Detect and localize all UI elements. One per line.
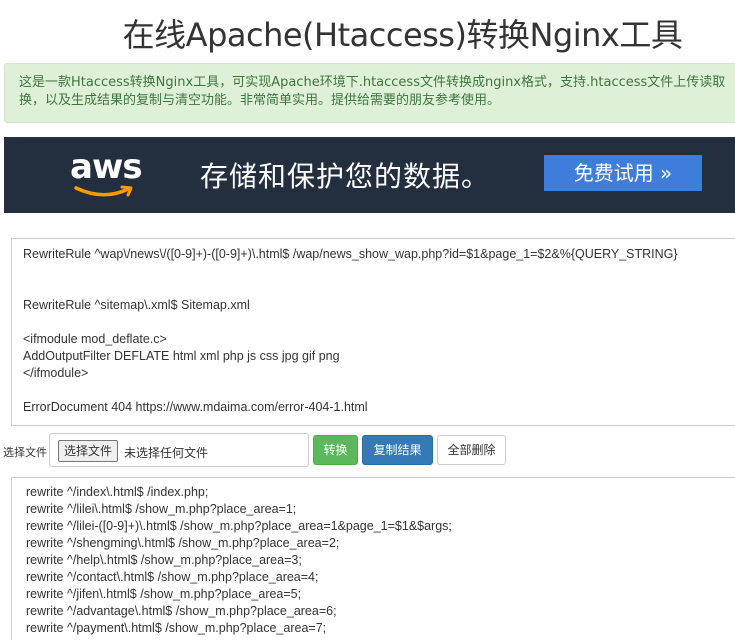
result-content: rewrite ^/index\.html$ /index.php; rewrit… bbox=[26, 484, 452, 637]
result-line: rewrite ^/payment\.html$ /show_m.php?pla… bbox=[26, 621, 327, 635]
result-line: rewrite ^/help\.html$ /show_m.php?place_… bbox=[26, 553, 302, 567]
intro-line-1: 这是一款Htaccess转换Nginx工具，可实现Apache环境下.htacc… bbox=[19, 75, 726, 90]
banner-headline: 存储和保护您的数据。 bbox=[200, 160, 491, 193]
result-line: rewrite ^/index\.html$ /index.php; bbox=[26, 485, 209, 499]
source-line: ErrorDocument 404 https://www.mdaima.com… bbox=[23, 400, 368, 414]
source-content: RewriteRule ^wap\/news\/([0-9]+)-([0-9]+… bbox=[23, 246, 735, 416]
aws-logo-text: aws bbox=[70, 147, 143, 187]
source-line: </ifmodule> bbox=[23, 366, 89, 380]
result-line: rewrite ^/jifen\.html$ /show_m.php?place… bbox=[26, 587, 302, 601]
source-line bbox=[23, 314, 735, 331]
source-line: <ifmodule mod_deflate.c> bbox=[23, 332, 167, 346]
aws-logo: aws bbox=[70, 147, 143, 203]
file-label: 选择文件 bbox=[3, 446, 47, 459]
aws-smile-icon bbox=[74, 185, 133, 197]
result-line: rewrite ^/advantage\.html$ /show_m.php?p… bbox=[26, 604, 337, 618]
file-input[interactable]: 选择文件 未选择任何文件 bbox=[49, 433, 309, 467]
page-title: 在线Apache(Htaccess)转换Nginx工具 bbox=[122, 16, 683, 54]
result-line: rewrite ^/contact\.html$ /show_m.php?pla… bbox=[26, 570, 319, 584]
clear-all-button[interactable]: 全部删除 bbox=[437, 435, 506, 465]
source-textarea[interactable]: RewriteRule ^wap\/news\/([0-9]+)-([0-9]+… bbox=[11, 238, 735, 426]
choose-file-button[interactable]: 选择文件 bbox=[58, 440, 119, 462]
result-line: rewrite ^/lilei-([0-9]+)\.html$ /show_m.… bbox=[26, 519, 452, 533]
source-line: RewriteRule ^wap\/news\/([0-9]+)-([0-9]+… bbox=[23, 247, 678, 261]
source-line bbox=[23, 263, 735, 280]
convert-button[interactable]: 转换 bbox=[313, 435, 358, 465]
copy-result-button[interactable]: 复制结果 bbox=[362, 435, 433, 465]
source-line bbox=[23, 280, 735, 297]
controls-bar: 选择文件 选择文件 未选择任何文件 转换 复制结果 全部删除 bbox=[0, 433, 735, 469]
file-status: 未选择任何文件 bbox=[124, 446, 209, 460]
intro-line-2: 换，以及生成结果的复制与清空功能。非常简单实用。提供给需要的朋友参考使用。 bbox=[19, 93, 501, 108]
source-line bbox=[23, 382, 735, 399]
free-trial-button[interactable]: 免费试用 » bbox=[544, 155, 702, 191]
intro-alert: 这是一款Htaccess转换Nginx工具，可实现Apache环境下.htacc… bbox=[4, 63, 735, 123]
result-textarea[interactable]: rewrite ^/index\.html$ /index.php; rewrit… bbox=[11, 477, 735, 640]
result-line: rewrite ^/lilei\.html$ /show_m.php?place… bbox=[26, 502, 297, 516]
source-line: AddOutputFilter DEFLATE html xml php js … bbox=[23, 349, 340, 363]
result-line: rewrite ^/shengming\.html$ /show_m.php?p… bbox=[26, 536, 340, 550]
source-line: RewriteRule ^sitemap\.xml$ Sitemap.xml bbox=[23, 298, 250, 312]
